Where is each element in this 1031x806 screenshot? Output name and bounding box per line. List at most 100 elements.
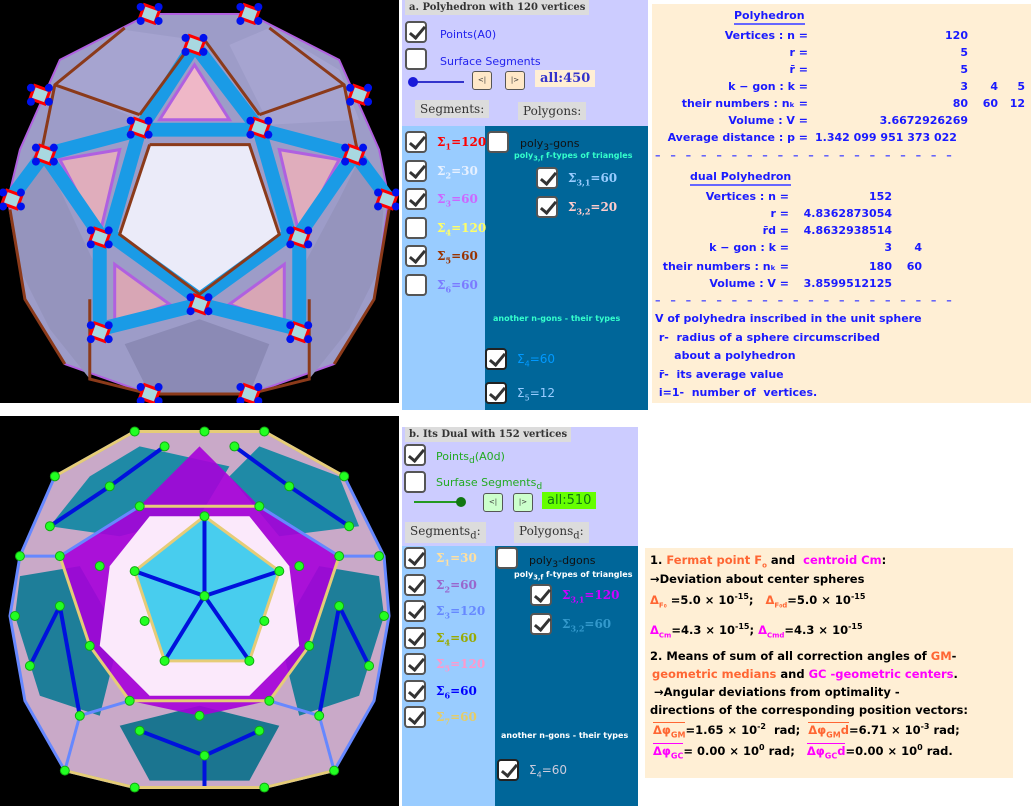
dual-segment-sum-checkbox[interactable] (404, 573, 426, 596)
other-ngon-checkbox[interactable] (485, 348, 507, 370)
phi-gmd-value: =6.71 × 10 (848, 722, 921, 737)
sigma-symbol: Σ (517, 352, 525, 366)
dual-points-checkbox[interactable] (404, 444, 426, 466)
dual-rd-label: r̄d = (762, 224, 789, 237)
polyhedron-info-panel: Polyhedron Vertices : n = 120 r = 5 r̄ =… (652, 4, 1031, 403)
segment-sum-label: Σ5=60 (437, 249, 478, 265)
dual-vertex-point (194, 710, 205, 721)
surface-segments-checkbox[interactable] (405, 48, 427, 70)
sigma-index: 3,1 (570, 594, 585, 605)
other-ngon-checkbox[interactable] (485, 382, 507, 404)
vertex-point (26, 83, 35, 92)
phi-gmd-unit: rad; (929, 722, 960, 737)
dual-segment-sum-checkbox[interactable] (404, 547, 426, 569)
delta-cmd-sub: Cmd (766, 631, 785, 640)
dual-next-button[interactable]: |> (513, 493, 533, 512)
vertex-point (286, 335, 295, 344)
rbar-value: 5 (960, 63, 968, 76)
dual-segment-sum-checkbox[interactable] (404, 679, 426, 702)
surface-segments-slider[interactable] (408, 76, 464, 88)
dual-surface-text: Surfase Segments (436, 476, 537, 489)
vertex-point (86, 226, 95, 235)
dual-segment-sum-checkbox[interactable] (404, 706, 426, 728)
dual-segment-sum-checkbox[interactable] (404, 626, 426, 649)
geometric-medians-label: geometric medians (652, 667, 777, 681)
dual-vertex-point (54, 551, 65, 562)
delta-cm-value: =4.3 × 10 (671, 622, 735, 637)
dual-seg-hdr-text: Segments (410, 524, 471, 538)
segment-sum-label: Σ3=60 (437, 192, 478, 208)
vertex-point (154, 16, 163, 25)
poly-label: poly (520, 137, 544, 150)
ftype-sub: 3,f (533, 154, 544, 163)
delta-fod-label: ΔF₀d (766, 593, 788, 609)
dual-f-types-label: poly3,f f-types of triangles (514, 570, 632, 582)
dual-previous-button[interactable]: <| (483, 493, 503, 512)
dual-slider-handle[interactable] (456, 497, 466, 507)
vertex-point (236, 16, 245, 25)
poly3-gons-checkbox[interactable] (487, 131, 509, 153)
vertex-point (126, 116, 135, 125)
next-button[interactable]: |> (505, 71, 525, 90)
triangle-type-checkbox[interactable] (536, 196, 558, 218)
triangle-type-checkbox[interactable] (536, 167, 558, 189)
polyhedron-3d-view[interactable] (0, 0, 399, 403)
delta-cmd-exp: -15 (848, 622, 863, 631)
dual-other-ngon-checkbox[interactable] (497, 759, 519, 781)
segment-sum-checkbox[interactable] (405, 131, 427, 153)
vertex-point (31, 143, 40, 152)
line-deviation: →Deviation about center spheres (650, 572, 865, 586)
vertex-point (286, 226, 295, 235)
dual-vertex-point (314, 710, 325, 721)
avg-distance-value: 1.342 099 951 373 022 (815, 131, 957, 144)
gc-label: GC (808, 667, 827, 681)
dual-poly-hdr-suffix: : (579, 524, 584, 538)
dual-slider-track (414, 501, 462, 503)
dual-vertex-point (129, 566, 140, 577)
dftype-prefix: poly (514, 570, 534, 579)
phi-gm-sub: GM (670, 730, 686, 740)
dual-kgon-label: k − gon : k = (709, 241, 789, 254)
segment-sum-checkbox[interactable] (405, 188, 427, 210)
points-checkbox[interactable] (405, 21, 427, 43)
dual-r-value: 4.8362873054 (803, 207, 892, 220)
dual-segment-sum-checkbox[interactable] (404, 653, 426, 675)
dual-surface-segments-slider[interactable] (414, 496, 468, 508)
sigma-symbol: Σ (529, 763, 537, 777)
delta-symbol: Δ (650, 592, 659, 607)
phi-gm-exp: -2 (757, 722, 766, 731)
dual-vertex-point (244, 655, 255, 666)
dual-vertex-point (254, 725, 265, 736)
dual-nk-label: their numbers : nₖ = (662, 260, 789, 273)
phi-gc-unit: rad; (764, 743, 807, 758)
slider-handle[interactable] (408, 77, 418, 87)
dual-surface-segments-checkbox[interactable] (404, 471, 426, 493)
phi-gmd-sub: GM (826, 730, 841, 740)
line-angular: →Angular deviations from optimality - (650, 685, 900, 699)
panel-a-title: a. Polyhedron with 120 vertices (405, 0, 590, 15)
dual-polyhedron-3d-view[interactable] (0, 416, 399, 806)
note-3: about a polyhedron (655, 349, 796, 362)
and-text-2: and (776, 667, 809, 681)
segment-sum-checkbox[interactable] (405, 216, 427, 239)
dual-segment-sum-label: Σ4=60 (436, 631, 477, 647)
delta-fod-value: =5.0 × 10 (787, 592, 851, 607)
line-phi-gc: ΔφGC= 0.00 × 100 rad; ΔφGCd=0.00 × 100 r… (653, 742, 953, 760)
delta-cm-sub: Cm (658, 631, 672, 640)
segment-sum-checkbox[interactable] (405, 273, 427, 296)
dual-segment-sum-checkbox[interactable] (404, 600, 426, 622)
dual-triangle-type-checkbox[interactable] (530, 584, 552, 606)
poly3-dgons-checkbox[interactable] (496, 547, 518, 569)
previous-button[interactable]: <| (472, 71, 492, 90)
phi-gm-value: =1.65 × 10 (685, 722, 758, 737)
kgon-label: k − gon : k = (728, 80, 808, 93)
dual-triangle-type-checkbox[interactable] (530, 613, 552, 635)
sigma-count: =60 (450, 630, 477, 645)
dual-segment-sum-label: Σ2=60 (436, 578, 477, 594)
dftype-sub: 3,f (533, 573, 544, 582)
means-text: 2. Means of sum of all correction angles… (650, 649, 931, 663)
segment-sum-checkbox[interactable] (405, 245, 427, 267)
segment-sum-checkbox[interactable] (405, 159, 427, 182)
note-2: r- radius of a sphere circumscribed (655, 331, 881, 344)
vertex-point (186, 293, 195, 302)
